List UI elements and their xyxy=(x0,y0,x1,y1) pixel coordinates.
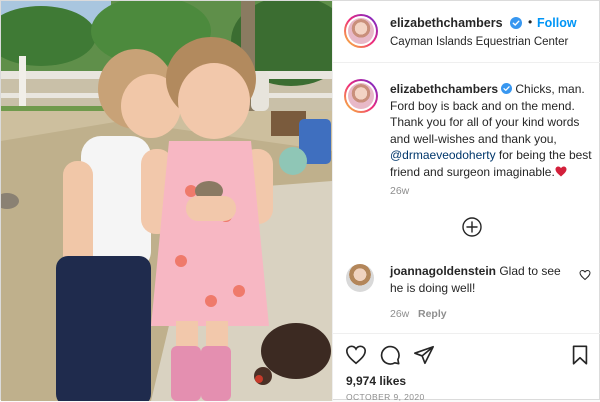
commenter-avatar[interactable] xyxy=(346,264,374,292)
caption-verified-badge-icon xyxy=(501,83,513,94)
header-avatar xyxy=(348,18,374,44)
plus-circle-icon[interactable] xyxy=(462,217,482,237)
post-actions-bar: 9,974 likes OCTOBER 9, 2020 xyxy=(333,333,600,402)
follow-button[interactable]: Follow xyxy=(537,16,577,30)
caption-avatar-ring[interactable] xyxy=(344,79,378,113)
comment-like-heart-icon[interactable] xyxy=(579,269,591,281)
bookmark-icon[interactable] xyxy=(569,344,591,366)
post-photo-illustration xyxy=(1,1,332,401)
caption-avatar xyxy=(348,83,374,109)
comment-item: joannagoldenstein Glad to see he is doin… xyxy=(390,263,575,296)
heart-icon[interactable] xyxy=(345,344,367,366)
share-icon[interactable] xyxy=(413,344,435,366)
comment-username[interactable]: joannagoldenstein xyxy=(390,264,496,278)
comment-reply-button[interactable]: Reply xyxy=(418,308,447,320)
verified-badge-icon xyxy=(510,17,522,29)
instagram-post: elizabethchambers • Follow Cayman Island… xyxy=(0,0,600,402)
comment-timestamp[interactable]: 26w xyxy=(390,308,409,320)
post-photo[interactable] xyxy=(1,1,332,401)
post-details-panel: elizabethchambers • Follow Cayman Island… xyxy=(332,1,600,402)
post-location[interactable]: Cayman Islands Equestrian Center xyxy=(390,36,568,48)
likes-count[interactable]: 9,974 likes xyxy=(346,374,406,388)
caption-timestamp[interactable]: 26w xyxy=(390,185,409,197)
post-caption: elizabethchambers Chicks, man. Ford boy … xyxy=(390,81,595,180)
header-username[interactable]: elizabethchambers xyxy=(390,16,503,30)
caption-username[interactable]: elizabethchambers xyxy=(390,82,498,96)
post-date[interactable]: OCTOBER 9, 2020 xyxy=(346,392,425,402)
comment-icon[interactable] xyxy=(379,344,401,366)
header-separator-dot: • xyxy=(528,15,533,29)
red-heart-emoji-icon xyxy=(555,166,567,176)
caption-mention-link[interactable]: @drmaeveodoherty xyxy=(390,148,496,162)
header-avatar-ring[interactable] xyxy=(344,14,378,48)
post-header: elizabethchambers • Follow Cayman Island… xyxy=(333,1,600,63)
